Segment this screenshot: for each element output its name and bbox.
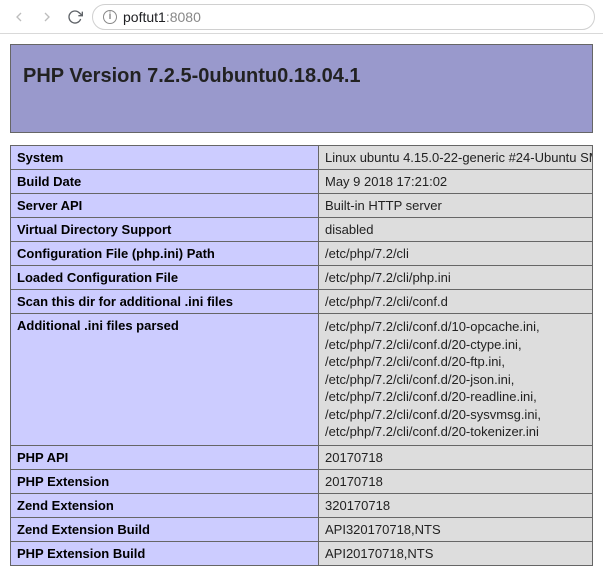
table-row: PHP Extension BuildAPI20170718,NTS (11, 541, 593, 565)
url-port: :8080 (166, 9, 201, 25)
table-row: Build DateMay 9 2018 17:21:02 (11, 170, 593, 194)
table-row: Zend Extension320170718 (11, 493, 593, 517)
browser-toolbar: i poftut1:8080 (0, 0, 603, 34)
forward-button[interactable] (36, 6, 58, 28)
row-value: /etc/php/7.2/cli/php.ini (319, 266, 593, 290)
row-label: Build Date (11, 170, 319, 194)
row-label: System (11, 146, 319, 170)
reload-button[interactable] (64, 6, 86, 28)
row-value: disabled (319, 218, 593, 242)
page-title: PHP Version 7.2.5-0ubuntu0.18.04.1 (23, 65, 580, 88)
address-bar[interactable]: i poftut1:8080 (92, 4, 595, 30)
table-row: Configuration File (php.ini) Path/etc/ph… (11, 242, 593, 266)
table-row: Server APIBuilt-in HTTP server (11, 194, 593, 218)
table-row: PHP API20170718 (11, 445, 593, 469)
url-host: poftut1 (123, 9, 166, 25)
site-info-icon[interactable]: i (103, 10, 117, 24)
row-value: /etc/php/7.2/cli/conf.d (319, 290, 593, 314)
table-row: Additional .ini files parsed/etc/php/7.2… (11, 314, 593, 446)
row-label: Loaded Configuration File (11, 266, 319, 290)
php-version-banner: PHP Version 7.2.5-0ubuntu0.18.04.1 (10, 44, 593, 133)
row-value: API320170718,NTS (319, 517, 593, 541)
row-value: /etc/php/7.2/cli (319, 242, 593, 266)
row-value: 20170718 (319, 445, 593, 469)
row-value: Linux ubuntu 4.15.0-22-generic #24-Ubunt… (319, 146, 593, 170)
page-content: PHP Version 7.2.5-0ubuntu0.18.04.1 Syste… (0, 34, 603, 566)
row-value: 320170718 (319, 493, 593, 517)
table-row: Loaded Configuration File/etc/php/7.2/cl… (11, 266, 593, 290)
row-value: 20170718 (319, 469, 593, 493)
phpinfo-table: SystemLinux ubuntu 4.15.0-22-generic #24… (10, 145, 593, 566)
row-value: API20170718,NTS (319, 541, 593, 565)
table-row: Zend Extension BuildAPI320170718,NTS (11, 517, 593, 541)
row-label: Scan this dir for additional .ini files (11, 290, 319, 314)
row-label: Additional .ini files parsed (11, 314, 319, 446)
row-label: Virtual Directory Support (11, 218, 319, 242)
row-label: PHP Extension Build (11, 541, 319, 565)
row-value: /etc/php/7.2/cli/conf.d/10-opcache.ini, … (319, 314, 593, 446)
row-label: PHP Extension (11, 469, 319, 493)
row-label: Zend Extension Build (11, 517, 319, 541)
row-label: PHP API (11, 445, 319, 469)
row-value: May 9 2018 17:21:02 (319, 170, 593, 194)
row-label: Server API (11, 194, 319, 218)
table-row: Scan this dir for additional .ini files/… (11, 290, 593, 314)
back-button[interactable] (8, 6, 30, 28)
table-row: Virtual Directory Supportdisabled (11, 218, 593, 242)
table-row: PHP Extension20170718 (11, 469, 593, 493)
row-label: Zend Extension (11, 493, 319, 517)
row-value: Built-in HTTP server (319, 194, 593, 218)
url-display: poftut1:8080 (123, 9, 201, 25)
table-row: SystemLinux ubuntu 4.15.0-22-generic #24… (11, 146, 593, 170)
row-label: Configuration File (php.ini) Path (11, 242, 319, 266)
